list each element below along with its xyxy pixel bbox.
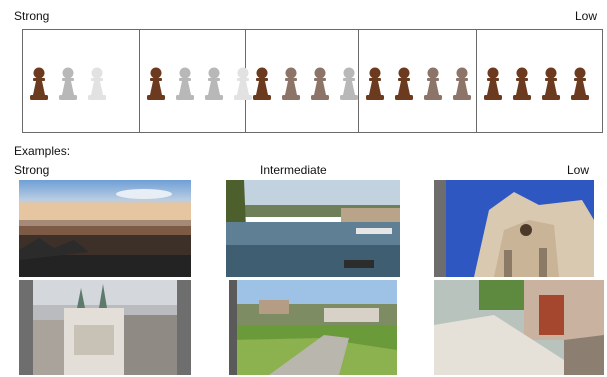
salience-scale xyxy=(22,29,603,133)
pawn-icon xyxy=(174,66,196,102)
pawn-icon xyxy=(57,66,79,102)
pawn-icon xyxy=(280,66,302,102)
pawn-icon xyxy=(28,66,50,102)
pawn-icon xyxy=(145,66,167,102)
pawn-group-5 xyxy=(477,30,602,132)
pawn-icon xyxy=(540,66,562,102)
scale-low-label: Low xyxy=(575,9,598,23)
pawn-icon xyxy=(482,66,504,102)
pawn-icon xyxy=(309,66,331,102)
photo-intermediate-river xyxy=(226,180,400,277)
examples-heading: Examples: xyxy=(14,144,71,158)
examples-intermediate-label: Intermediate xyxy=(260,163,327,177)
pawn-icon xyxy=(251,66,273,102)
pawn-icon xyxy=(338,66,360,102)
pawn-icon xyxy=(393,66,415,102)
pawn-icon xyxy=(422,66,444,102)
pawn-icon xyxy=(511,66,533,102)
pawn-group-3 xyxy=(246,30,359,132)
photo-strong-church-snow xyxy=(19,280,191,375)
pawn-icon xyxy=(203,66,225,102)
pawn-icon xyxy=(569,66,591,102)
photo-intermediate-park xyxy=(229,280,397,375)
photo-strong-city-sunset xyxy=(19,180,191,277)
scale-strong-label: Strong xyxy=(14,9,50,23)
photo-low-baroque-church xyxy=(434,180,594,277)
examples-strong-label: Strong xyxy=(14,163,50,177)
pawn-icon xyxy=(451,66,473,102)
pawn-icon xyxy=(364,66,386,102)
pawn-group-2 xyxy=(140,30,252,132)
photo-low-rooftops xyxy=(434,280,604,375)
pawn-group-1 xyxy=(23,30,140,132)
pawn-icon xyxy=(86,66,108,102)
pawn-group-4 xyxy=(359,30,477,132)
examples-low-label: Low xyxy=(567,163,590,177)
